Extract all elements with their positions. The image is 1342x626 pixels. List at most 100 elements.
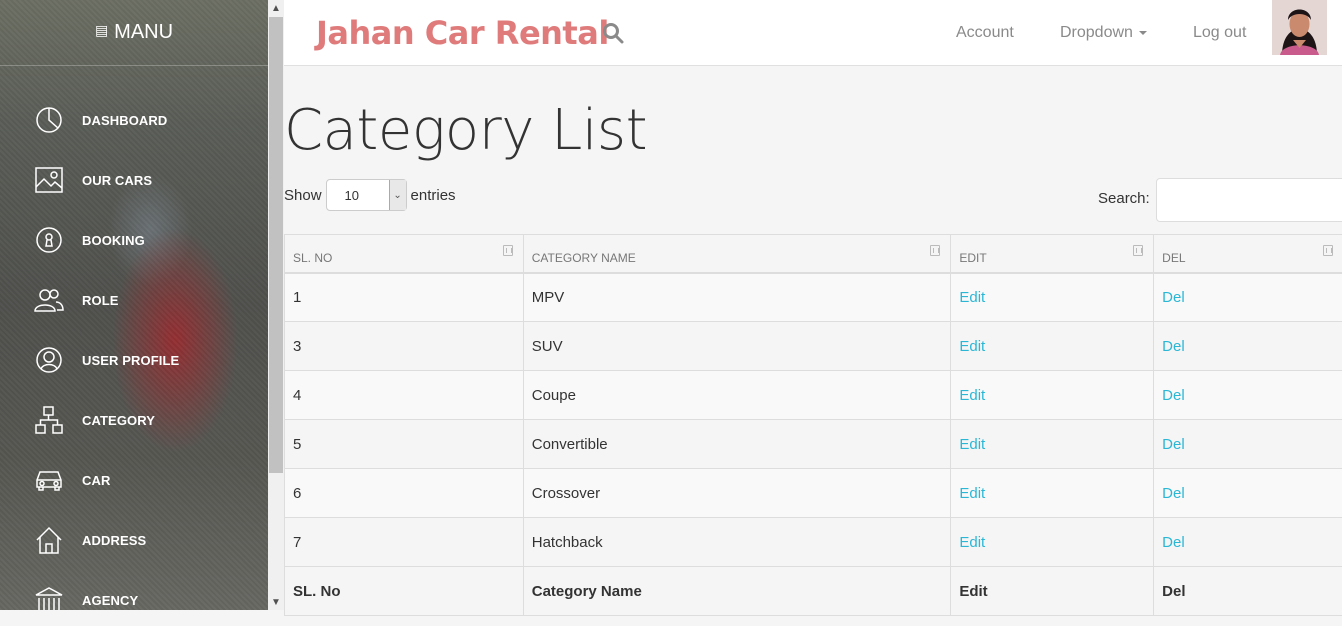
delete-link[interactable]: Del: [1162, 387, 1185, 404]
sidebar-item-label: AGENCY: [82, 592, 139, 608]
cell-sl-no: 5: [284, 419, 524, 469]
cell-category-name: Coupe: [522, 370, 952, 420]
sidebar-item-agency[interactable]: AGENCY: [0, 570, 268, 610]
cell-category-name: Crossover: [522, 468, 952, 518]
table-row: 5 Convertible Edit Del: [284, 419, 1342, 469]
table-row: 1 MPV Edit Del: [284, 272, 1342, 322]
sitemap-icon: [34, 405, 64, 435]
cell-edit: Edit: [950, 370, 1155, 420]
cell-sl-no: 7: [284, 517, 524, 567]
car-icon: [34, 465, 64, 495]
sidebar-item-label: CAR: [82, 472, 111, 488]
cell-del: Del: [1153, 272, 1342, 322]
users-icon: [34, 285, 64, 315]
top-navbar: Jahan Car Rental Account Dropdown Log ou…: [284, 0, 1342, 66]
edit-link[interactable]: Edit: [959, 289, 985, 306]
keyhole-icon: [34, 225, 64, 255]
cell-del: Del: [1153, 370, 1342, 420]
sidebar-item-role[interactable]: ROLE: [0, 270, 268, 330]
brand-title[interactable]: Jahan Car Rental: [316, 14, 609, 52]
column-header-del[interactable]: DEL: [1153, 234, 1342, 274]
column-header-category-name[interactable]: CATEGORY NAME: [522, 234, 952, 274]
sidebar-item-label: BOOKING: [82, 232, 145, 248]
chevron-down-icon: ⌄: [388, 180, 406, 210]
sidebar-scrollbar[interactable]: ▲ ▼: [268, 0, 284, 610]
cell-edit: Edit: [950, 272, 1155, 322]
edit-link[interactable]: Edit: [959, 534, 985, 551]
sidebar-item-dashboard[interactable]: DASHBOARD: [0, 90, 268, 150]
scroll-up-icon[interactable]: ▲: [268, 0, 284, 16]
scroll-down-icon[interactable]: ▼: [268, 594, 284, 610]
sidebar-item-category[interactable]: CATEGORY: [0, 390, 268, 450]
table-row: 3 SUV Edit Del: [284, 321, 1342, 371]
edit-link[interactable]: Edit: [959, 485, 985, 502]
cell-category-name: Hatchback: [522, 517, 952, 567]
edit-link[interactable]: Edit: [959, 436, 985, 453]
delete-link[interactable]: Del: [1162, 534, 1185, 551]
cell-sl-no: 4: [284, 370, 524, 420]
show-label: Show: [284, 186, 322, 204]
sidebar-item-user-profile[interactable]: USER PROFILE: [0, 330, 268, 390]
menu-toggle[interactable]: ▤ MANU: [0, 0, 268, 66]
cell-del: Del: [1153, 468, 1342, 518]
footer-sl-no: SL. No: [284, 566, 524, 616]
avatar[interactable]: [1272, 0, 1327, 55]
table-row: 6 Crossover Edit Del: [284, 468, 1342, 518]
cell-category-name: SUV: [522, 321, 952, 371]
sidebar-item-booking[interactable]: BOOKING: [0, 210, 268, 270]
dropdown-menu[interactable]: Dropdown: [1060, 24, 1147, 42]
sidebar-item-our-cars[interactable]: OUR CARS: [0, 150, 268, 210]
footer-edit: Edit: [950, 566, 1155, 616]
logout-link[interactable]: Log out: [1193, 24, 1246, 42]
cell-edit: Edit: [950, 419, 1155, 469]
page-size-value: 10: [344, 187, 359, 203]
sidebar-item-label: ADDRESS: [82, 532, 147, 548]
sidebar-item-car[interactable]: CAR: [0, 450, 268, 510]
column-header-sl-no[interactable]: SL. NO: [284, 234, 524, 274]
sidebar-item-label: OUR CARS: [82, 172, 153, 188]
sidebar-item-label: DASHBOARD: [82, 112, 168, 128]
menu-icon: ▤: [94, 22, 109, 38]
delete-link[interactable]: Del: [1162, 338, 1185, 355]
cell-category-name: MPV: [522, 272, 952, 322]
table-row: 4 Coupe Edit Del: [284, 370, 1342, 420]
pie-chart-icon: [34, 105, 64, 135]
search-icon[interactable]: [602, 22, 626, 46]
category-table: SL. NO CATEGORY NAME EDIT DEL 1 MPV Edit…: [284, 234, 1342, 616]
column-header-edit[interactable]: EDIT: [950, 234, 1155, 274]
delete-link[interactable]: Del: [1162, 436, 1185, 453]
delete-link[interactable]: Del: [1162, 485, 1185, 502]
column-header-label: EDIT: [959, 251, 987, 266]
account-link[interactable]: Account: [956, 24, 1014, 42]
edit-link[interactable]: Edit: [959, 387, 985, 404]
edit-link[interactable]: Edit: [959, 338, 985, 355]
cell-sl-no: 6: [284, 468, 524, 518]
sidebar: ▤ MANU DASHBOARD OUR CARS BOOKING ROLE U…: [0, 0, 268, 610]
column-header-label: DEL: [1162, 251, 1186, 266]
search-label: Search:: [1098, 190, 1150, 207]
home-icon: [34, 525, 64, 555]
entries-label: entries: [410, 186, 456, 204]
sidebar-item-address[interactable]: ADDRESS: [0, 510, 268, 570]
sort-icon: [502, 245, 513, 256]
footer-category-name: Category Name: [522, 566, 952, 616]
sort-icon: [1323, 245, 1333, 256]
menu-title: MANU: [114, 21, 174, 43]
sort-icon: [930, 245, 941, 256]
table-header-row: SL. NO CATEGORY NAME EDIT DEL: [284, 234, 1342, 274]
user-icon: [34, 345, 64, 375]
bank-icon: [34, 585, 64, 610]
column-header-label: SL. NO: [293, 251, 333, 266]
footer-del: Del: [1153, 566, 1342, 616]
delete-link[interactable]: Del: [1162, 289, 1185, 306]
search-input[interactable]: [1156, 178, 1342, 222]
scrollbar-thumb[interactable]: [269, 17, 283, 473]
sidebar-item-label: USER PROFILE: [82, 352, 180, 368]
column-header-label: CATEGORY NAME: [531, 251, 636, 266]
cell-edit: Edit: [950, 468, 1155, 518]
page-size-select[interactable]: 10 ⌄: [325, 179, 407, 211]
caret-down-icon: [1138, 30, 1147, 35]
sidebar-item-label: ROLE: [82, 292, 119, 308]
table-row: 7 Hatchback Edit Del: [284, 517, 1342, 567]
cell-edit: Edit: [950, 321, 1155, 371]
